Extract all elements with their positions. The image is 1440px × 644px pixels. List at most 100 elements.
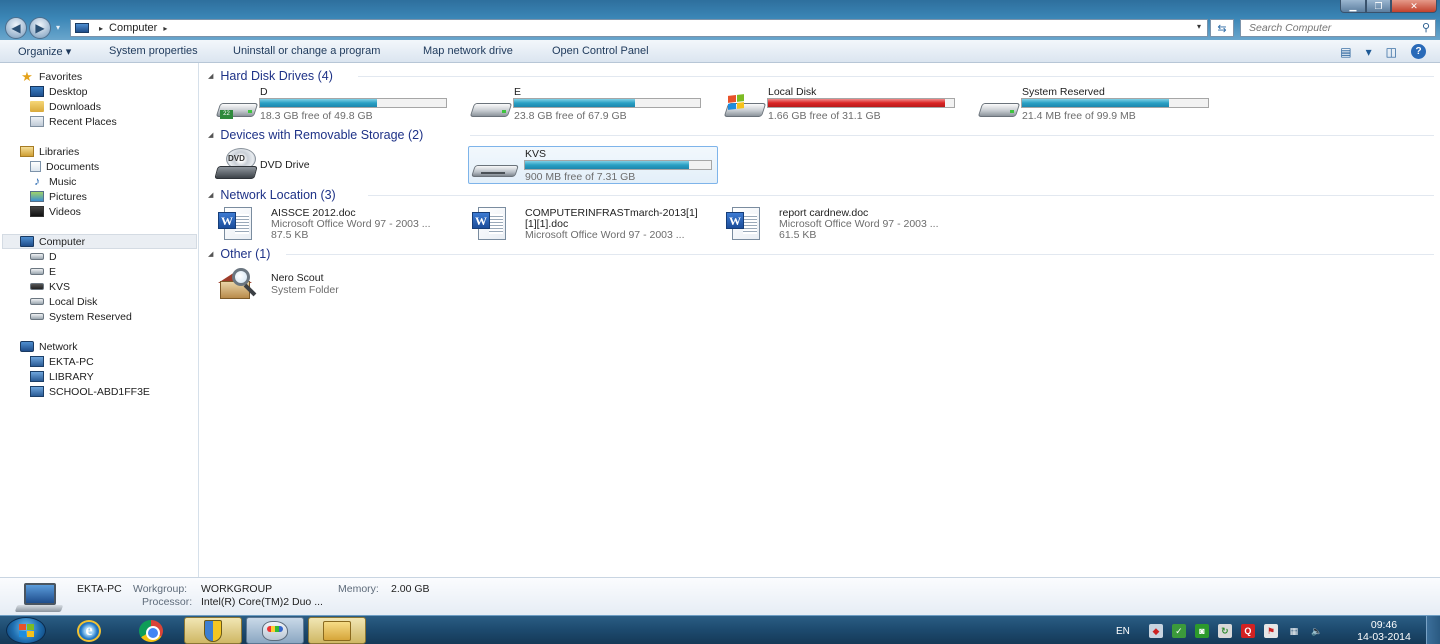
uninstall-program-button[interactable]: Uninstall or change a program: [233, 45, 380, 57]
system-tray: EN ◆ ✓ ◙ ↻ Q ⚑ ▦ 🔈: [1116, 620, 1324, 642]
nav-drive-d[interactable]: D: [30, 249, 57, 264]
chrome-icon: [139, 619, 163, 642]
capacity-fill: [1022, 99, 1169, 107]
file-tile-computerinfrast[interactable]: W COMPUTERINFRASTmarch-2013[1] [1][1].do…: [462, 206, 710, 244]
collapse-arrow-icon: ◢: [208, 132, 214, 139]
forward-button[interactable]: ▶: [29, 17, 51, 39]
taskbar-paint[interactable]: [246, 617, 304, 644]
nav-recent-places[interactable]: Recent Places: [30, 114, 117, 129]
minimize-button[interactable]: ▁: [1340, 0, 1366, 13]
antivirus-icon[interactable]: ◆: [1148, 624, 1163, 638]
computer-icon: [75, 23, 89, 33]
capacity-bar: [767, 98, 955, 108]
nav-system-reserved[interactable]: System Reserved: [30, 309, 132, 324]
file-tile-report-card[interactable]: W report cardnew.doc Microsoft Office Wo…: [716, 206, 964, 244]
search-box[interactable]: ⚲: [1240, 19, 1436, 37]
taskbar-internet-explorer[interactable]: e: [60, 617, 118, 644]
drive-tile-local-disk[interactable]: Local Disk 1.66 GB free of 31.1 GB: [716, 85, 964, 123]
group-title: Other (1): [220, 247, 271, 261]
nav-desktop[interactable]: Desktop: [30, 84, 88, 99]
nav-favorites[interactable]: ★ Favorites: [20, 69, 82, 84]
maximize-button[interactable]: ❐: [1366, 0, 1391, 13]
file-tile-aissce[interactable]: W AISSCE 2012.doc Microsoft Office Word …: [208, 206, 456, 244]
nav-system-reserved-label: System Reserved: [49, 310, 132, 323]
nav-downloads[interactable]: Downloads: [30, 99, 101, 114]
nav-school-label: SCHOOL-ABD1FF3E: [49, 385, 150, 398]
organize-button[interactable]: Organize ▾: [18, 45, 71, 58]
search-input[interactable]: [1241, 20, 1411, 36]
quick-heal-icon[interactable]: ◙: [1194, 624, 1209, 638]
capacity-bar: [1021, 98, 1209, 108]
address-bar[interactable]: ▸ Computer ▸ ▾: [70, 19, 1208, 37]
nav-drive-kvs[interactable]: KVS: [30, 279, 70, 294]
network-status-icon[interactable]: ✓: [1171, 624, 1186, 638]
show-desktop-button[interactable]: [1426, 616, 1440, 644]
nav-computer[interactable]: Computer: [2, 234, 197, 249]
change-view-icon[interactable]: ▤: [1340, 45, 1351, 59]
breadcrumb-computer[interactable]: Computer: [109, 22, 157, 34]
folder-tile-nero-scout[interactable]: Nero Scout System Folder: [208, 266, 456, 304]
nav-documents[interactable]: Documents: [30, 159, 99, 174]
drive-tile-kvs[interactable]: KVS 900 MB free of 7.31 GB: [468, 146, 718, 184]
nav-music[interactable]: ♪ Music: [30, 174, 76, 189]
recent-pages-dropdown[interactable]: ▾: [56, 23, 60, 32]
clock-time: 09:46: [1370, 619, 1398, 631]
help-icon[interactable]: ?: [1411, 44, 1426, 59]
drive-tile-d[interactable]: 22 D 18.3 GB free of 49.8 GB: [208, 85, 456, 123]
nav-videos[interactable]: Videos: [30, 204, 81, 219]
taskbar-explorer[interactable]: [308, 617, 366, 644]
command-bar: Organize ▾ System properties Uninstall o…: [0, 40, 1440, 63]
nav-documents-label: Documents: [46, 160, 100, 173]
back-button[interactable]: ◀: [5, 17, 27, 39]
language-indicator[interactable]: EN: [1116, 626, 1130, 637]
address-dropdown-icon[interactable]: ▾: [1197, 22, 1201, 31]
nav-desktop-label: Desktop: [49, 85, 88, 98]
network-icon: [20, 341, 34, 352]
nav-libraries[interactable]: Libraries: [20, 144, 79, 159]
group-header-hard-disks[interactable]: ◢ Hard Disk Drives (4): [208, 69, 333, 83]
hard-drive-icon: [469, 97, 513, 119]
group-header-other[interactable]: ◢ Other (1): [208, 247, 270, 261]
capacity-bar: [513, 98, 701, 108]
nav-pictures[interactable]: Pictures: [30, 189, 87, 204]
network-icon[interactable]: ▦: [1287, 624, 1301, 638]
capacity-fill: [514, 99, 635, 107]
system-properties-button[interactable]: System properties: [109, 45, 198, 57]
drive-tile-system-reserved[interactable]: System Reserved 21.4 MB free of 99.9 MB: [970, 85, 1218, 123]
taskbar-chrome[interactable]: [122, 617, 180, 644]
tray-q-icon[interactable]: Q: [1240, 624, 1255, 638]
breadcrumb-root-arrow[interactable]: ▸: [99, 24, 103, 33]
drive-name: D: [260, 86, 268, 98]
breadcrumb-arrow[interactable]: ▸: [163, 24, 167, 33]
group-header-removable[interactable]: ◢ Devices with Removable Storage (2): [208, 128, 423, 142]
desktop-icon: [30, 86, 44, 97]
close-button[interactable]: ✕: [1391, 0, 1437, 13]
start-button[interactable]: [6, 617, 46, 644]
nav-network[interactable]: Network: [20, 339, 78, 354]
group-title: Hard Disk Drives (4): [220, 69, 333, 83]
taskbar: e EN ◆ ✓ ◙ ↻ Q ⚑ ▦ 🔈 09:46 14-03-2014: [0, 615, 1440, 644]
group-header-network[interactable]: ◢ Network Location (3): [208, 188, 336, 202]
action-center-icon[interactable]: ⚑: [1263, 624, 1278, 638]
nav-library[interactable]: LIBRARY: [30, 369, 94, 384]
nav-school[interactable]: SCHOOL-ABD1FF3E: [30, 384, 150, 399]
open-control-panel-button[interactable]: Open Control Panel: [552, 45, 649, 57]
nav-drive-kvs-label: KVS: [49, 280, 71, 293]
preview-pane-icon[interactable]: ◫: [1386, 45, 1397, 59]
nav-ekta-pc[interactable]: EKTA-PC: [30, 354, 94, 369]
drive-tile-e[interactable]: E 23.8 GB free of 67.9 GB: [462, 85, 710, 123]
nav-drive-e[interactable]: E: [30, 264, 56, 279]
capacity-bar: [259, 98, 447, 108]
volume-icon[interactable]: 🔈: [1310, 624, 1324, 638]
clock[interactable]: 09:46 14-03-2014: [1345, 619, 1423, 643]
drive-tile-dvd[interactable]: DVD DVD Drive: [208, 146, 456, 184]
nero-scout-icon: [218, 268, 262, 302]
taskbar-security-center[interactable]: [184, 617, 242, 644]
update-icon[interactable]: ↻: [1217, 624, 1232, 638]
memory-value: 2.00 GB: [391, 583, 430, 595]
nav-local-disk[interactable]: Local Disk: [30, 294, 97, 309]
refresh-button[interactable]: ⇆: [1210, 19, 1234, 37]
map-network-drive-button[interactable]: Map network drive: [423, 45, 513, 57]
view-options-dropdown[interactable]: ▾: [1366, 45, 1372, 59]
search-icon[interactable]: ⚲: [1422, 21, 1430, 34]
